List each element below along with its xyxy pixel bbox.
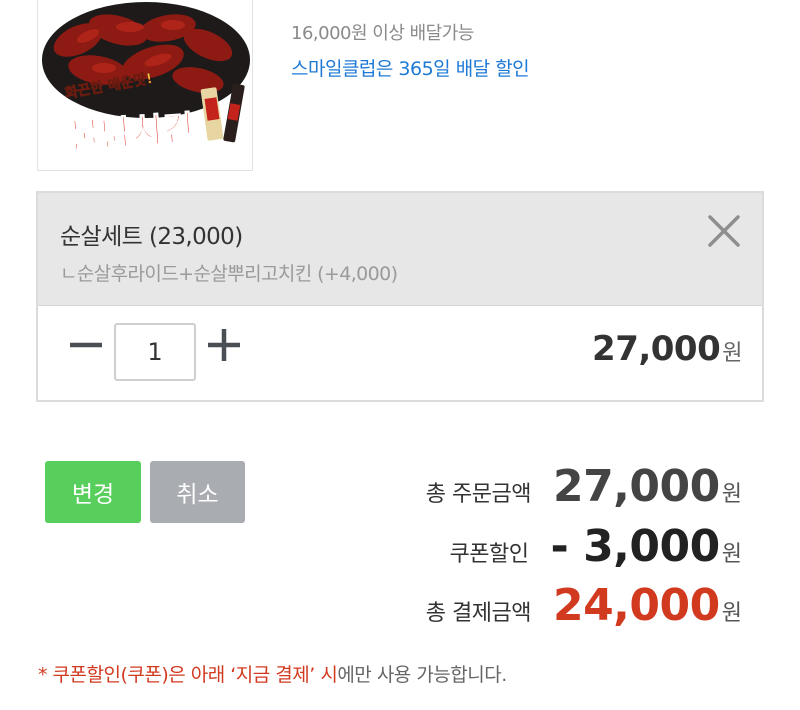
cancel-button[interactable]: 취소 — [150, 461, 245, 523]
option-price-currency: 원 — [722, 341, 742, 366]
plus-icon — [208, 329, 240, 361]
quantity-row: 27,000원 — [38, 305, 762, 402]
option-header: 순살세트 (23,000) ㄴ순살후라이드+순살뿌리고치킨 (+4,000) — [38, 193, 762, 306]
total-order-value: 27,000 — [552, 461, 720, 512]
coupon-discount-currency: 원 — [721, 542, 742, 567]
total-payment-value: 24,000 — [552, 580, 720, 631]
coupon-note-highlight: * 쿠폰할인(쿠폰)은 아래 ‘지금 결제’ 시 — [38, 664, 338, 686]
quantity-input[interactable] — [114, 323, 196, 381]
option-line-price: 27,000원 — [592, 329, 742, 369]
selected-option-box: 순살세트 (23,000) ㄴ순살후라이드+순살뿌리고치킨 (+4,000) 2… — [36, 191, 764, 402]
product-image: 화끈한 매운맛! 불닭치킨 — [37, 0, 253, 171]
coupon-discount-label: 쿠폰할인 — [449, 542, 529, 567]
decrease-quantity-button[interactable] — [66, 325, 106, 365]
option-price-value: 27,000 — [592, 329, 721, 369]
total-order-label: 총 주문금액 — [425, 482, 532, 507]
coupon-discount-value: - 3,000 — [550, 521, 720, 572]
total-order-currency: 원 — [721, 482, 742, 507]
increase-quantity-button[interactable] — [204, 325, 244, 365]
coupon-discount-row: 쿠폰할인 - 3,000 원 — [449, 521, 742, 572]
total-payment-currency: 원 — [721, 601, 742, 626]
total-payment-row: 총 결제금액 24,000 원 — [425, 580, 742, 631]
total-order-row: 총 주문금액 27,000 원 — [425, 461, 742, 512]
change-button[interactable]: 변경 — [45, 461, 141, 523]
minus-icon — [70, 342, 102, 348]
total-payment-label: 총 결제금액 — [425, 601, 532, 626]
remove-option-button[interactable] — [704, 211, 744, 251]
smile-club-link[interactable]: 스마일클럽은 365일 배달 할인 — [291, 54, 530, 81]
product-image-title: 불닭치킨 — [68, 108, 196, 157]
coupon-usage-note: * 쿠폰할인(쿠폰)은 아래 ‘지금 결제’ 시에만 사용 가능합니다. — [38, 660, 507, 687]
option-title: 순살세트 (23,000) — [60, 224, 243, 250]
option-subtitle: ㄴ순살후라이드+순살뿌리고치킨 (+4,000) — [60, 263, 398, 285]
coupon-note-rest: 에만 사용 가능합니다. — [337, 664, 507, 686]
delivery-minimum-text: 16,000원 이상 배달가능 — [291, 23, 474, 44]
close-icon — [708, 215, 740, 247]
